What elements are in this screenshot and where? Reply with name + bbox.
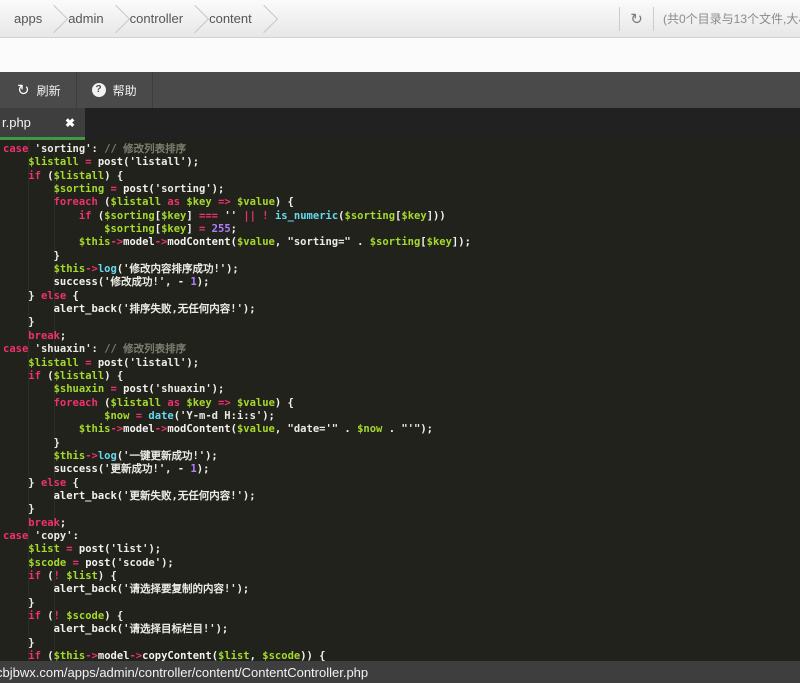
code-line: $listall = post('listall');: [3, 156, 800, 169]
tab-bar: r.php ✖: [0, 108, 800, 140]
code-line: if (! $scode) {: [3, 610, 800, 623]
code-line: $now = date('Y-m-d H:i:s');: [3, 410, 800, 423]
code-line: $this->model->modContent($value, "date='…: [3, 423, 800, 436]
status-bar: cbjbwx.com/apps/admin/controller/content…: [0, 661, 800, 683]
file-path-text: cbjbwx.com/apps/admin/controller/content…: [0, 665, 368, 680]
code-line: $list = post('list');: [3, 543, 800, 556]
topbar-right-group: ↻ (共0个目录与13个文件,大小:11: [619, 0, 800, 37]
code-line: break;: [3, 517, 800, 530]
code-line: case 'shuaxin': // 修改列表排序: [3, 343, 800, 356]
help-icon: ?: [92, 83, 106, 97]
code-line: $sorting = post('sorting');: [3, 183, 800, 196]
code-line: }: [3, 316, 800, 329]
code-line: if ($this->model->copyContent($list, $sc…: [3, 650, 800, 661]
code-line: }: [3, 250, 800, 263]
code-content: case 'sorting': // 修改列表排序 $listall = pos…: [3, 143, 800, 661]
close-icon[interactable]: ✖: [65, 116, 75, 130]
code-line: if ($sorting[$key] === '' || ! is_numeri…: [3, 210, 800, 223]
code-editor[interactable]: case 'sorting': // 修改列表排序 $listall = pos…: [0, 140, 800, 661]
code-line: foreach ($listall as $key => $value) {: [3, 196, 800, 209]
tab-label: r.php: [2, 115, 65, 130]
code-line: if ($listall) {: [3, 170, 800, 183]
refresh-button[interactable]: ↻ 刷新: [0, 72, 77, 108]
code-line: foreach ($listall as $key => $value) {: [3, 397, 800, 410]
chevron-right-icon: [101, 4, 129, 32]
code-line: }: [3, 597, 800, 610]
indent-guide: [28, 140, 29, 661]
refresh-icon: ↻: [17, 83, 30, 98]
code-line: alert_back('请选择要复制的内容!');: [3, 583, 800, 596]
code-line: $this->log('修改内容排序成功!');: [3, 263, 800, 276]
tab-contentcontroller-php[interactable]: r.php ✖: [0, 108, 85, 140]
code-line: $this->model->modContent($value, "sortin…: [3, 236, 800, 249]
subbar: [0, 38, 800, 72]
refresh-directory-button[interactable]: ↻: [620, 0, 653, 37]
chevron-right-icon: [181, 4, 209, 32]
code-line: if (! $list) {: [3, 570, 800, 583]
indent-guide: [54, 140, 55, 661]
chevron-right-icon: [250, 4, 278, 32]
editor-toolbar: ↻ 刷新 ? 帮助: [0, 72, 800, 108]
code-line: } else {: [3, 477, 800, 490]
refresh-icon: ↻: [630, 10, 643, 28]
code-line: success('更新成功!', - 1);: [3, 463, 800, 476]
code-line: }: [3, 503, 800, 516]
code-line: alert_back('排序失败,无任何内容!');: [3, 303, 800, 316]
code-line: break;: [3, 330, 800, 343]
code-line: $listall = post('listall');: [3, 357, 800, 370]
refresh-button-label: 刷新: [37, 82, 61, 99]
code-line: $sorting[$key] = 255;: [3, 223, 800, 236]
breadcrumb: appsadmincontrollercontent: [0, 0, 270, 37]
code-line: success('修改成功!', - 1);: [3, 276, 800, 289]
code-line: $scode = post('scode');: [3, 557, 800, 570]
code-line: alert_back('更新失败,无任何内容!');: [3, 490, 800, 503]
help-button[interactable]: ? 帮助: [77, 72, 153, 108]
code-line: case 'copy':: [3, 530, 800, 543]
code-line: if ($listall) {: [3, 370, 800, 383]
directory-info-text: (共0个目录与13个文件,大小:11: [654, 10, 800, 27]
code-line: alert_back('请选择目标栏目!');: [3, 623, 800, 636]
code-line: $shuaxin = post('shuaxin');: [3, 383, 800, 396]
code-line: case 'sorting': // 修改列表排序: [3, 143, 800, 156]
chevron-right-icon: [40, 4, 68, 32]
breadcrumb-bar: appsadmincontrollercontent ↻ (共0个目录与13个文…: [0, 0, 800, 38]
code-line: } else {: [3, 290, 800, 303]
help-button-label: 帮助: [113, 82, 137, 99]
code-line: $this->log('一键更新成功!');: [3, 450, 800, 463]
code-line: }: [3, 437, 800, 450]
code-line: }: [3, 637, 800, 650]
